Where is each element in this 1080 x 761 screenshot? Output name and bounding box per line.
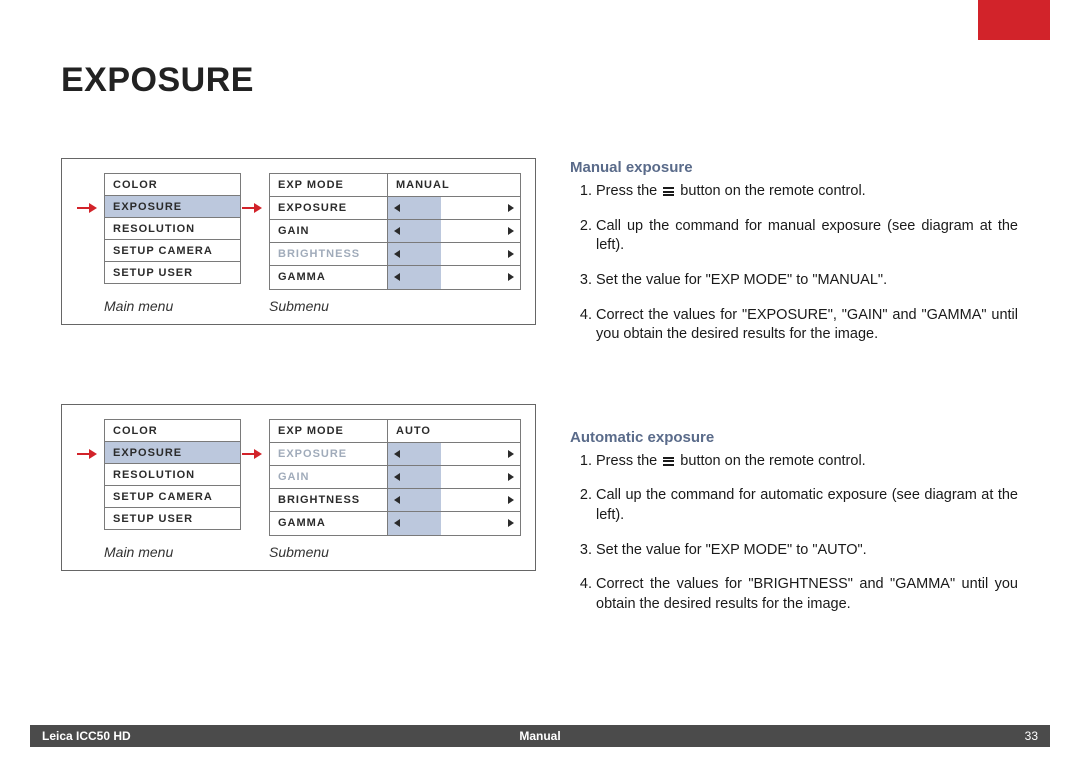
section-title: Manual exposure [570,158,1018,178]
triangle-right-icon [508,227,514,235]
instruction-step: Call up the command for manual exposure … [596,217,1018,256]
instruction-step: Set the value for "EXP MODE" to "AUTO". [596,541,1018,561]
instructions-column: Manual exposure Press the button on the r… [570,158,1018,629]
instruction-step: Correct the values for "EXPOSURE", "GAIN… [596,306,1018,345]
submenu-slider [388,512,520,535]
arrow-icon [242,449,264,459]
menu-icon [663,457,674,466]
instruction-step: Press the button on the remote control. [596,182,1018,202]
main-menu-item: SETUP CAMERA [105,486,240,508]
caption-main: Main menu [104,298,269,314]
triangle-left-icon [394,273,400,281]
arrow-icon [77,203,99,213]
triangle-right-icon [508,450,514,458]
main-menu: COLOREXPOSURERESOLUTIONSETUP CAMERASETUP… [104,173,241,284]
section-title: Automatic exposure [570,428,1018,448]
main-menu-item: EXPOSURE [105,442,240,464]
submenu-label: EXP MODE [270,420,388,442]
main-menu-item: SETUP USER [105,262,240,283]
main-menu-item: EXPOSURE [105,196,240,218]
submenu-slider [388,197,520,219]
menu-icon [663,187,674,196]
instruction-step: Set the value for "EXP MODE" to "MANUAL"… [596,271,1018,291]
triangle-right-icon [508,204,514,212]
page-footer: Leica ICC50 HD Manual 33 [30,725,1050,747]
submenu-slider [388,489,520,511]
triangle-right-icon [508,473,514,481]
instruction-list: Press the button on the remote control. C… [570,182,1018,344]
triangle-left-icon [394,204,400,212]
submenu-value: AUTO [388,420,520,442]
submenu-label: EXP MODE [270,174,388,196]
footer-product: Leica ICC50 HD [42,729,131,743]
main-menu-item: RESOLUTION [105,464,240,486]
footer-center: Manual [519,729,560,743]
triangle-left-icon [394,473,400,481]
main-menu-item: SETUP USER [105,508,240,529]
submenu-slider [388,466,520,488]
main-menu-item: RESOLUTION [105,218,240,240]
submenu-label: GAMMA [270,512,388,535]
triangle-right-icon [508,496,514,504]
submenu-label: EXPOSURE [270,197,388,219]
submenu-slider [388,243,520,265]
instruction-list: Press the button on the remote control. C… [570,452,1018,614]
footer-page-number: 33 [1025,729,1038,743]
submenu-label: GAIN [270,220,388,242]
instruction-step: Call up the command for automatic exposu… [596,486,1018,525]
main-menu: COLOREXPOSURERESOLUTIONSETUP CAMERASETUP… [104,419,241,530]
arrow-icon [242,203,264,213]
page-title: EXPOSURE [61,61,254,100]
submenu: EXP MODEAUTOEXPOSUREGAINBRIGHTNESSGAMMA [269,419,521,536]
submenu-label: EXPOSURE [270,443,388,465]
triangle-left-icon [394,227,400,235]
main-menu-item: COLOR [105,420,240,442]
triangle-left-icon [394,496,400,504]
submenu-slider [388,266,520,289]
submenu-slider [388,443,520,465]
submenu: EXP MODEMANUALEXPOSUREGAINBRIGHTNESSGAMM… [269,173,521,290]
submenu-slider [388,220,520,242]
arrow-icon [77,449,99,459]
caption-sub: Submenu [269,544,329,560]
triangle-right-icon [508,250,514,258]
caption-main: Main menu [104,544,269,560]
diagram-auto: COLOREXPOSURERESOLUTIONSETUP CAMERASETUP… [61,404,536,571]
triangle-right-icon [508,519,514,527]
diagram-manual: COLOREXPOSURERESOLUTIONSETUP CAMERASETUP… [61,158,536,325]
submenu-label: GAIN [270,466,388,488]
triangle-right-icon [508,273,514,281]
instruction-step: Press the button on the remote control. [596,452,1018,472]
triangle-left-icon [394,250,400,258]
submenu-label: GAMMA [270,266,388,289]
instruction-step: Correct the values for "BRIGHTNESS" and … [596,575,1018,614]
brand-tab [978,0,1050,40]
caption-sub: Submenu [269,298,329,314]
submenu-label: BRIGHTNESS [270,243,388,265]
submenu-label: BRIGHTNESS [270,489,388,511]
triangle-left-icon [394,450,400,458]
main-menu-item: COLOR [105,174,240,196]
main-menu-item: SETUP CAMERA [105,240,240,262]
triangle-left-icon [394,519,400,527]
submenu-value: MANUAL [388,174,520,196]
